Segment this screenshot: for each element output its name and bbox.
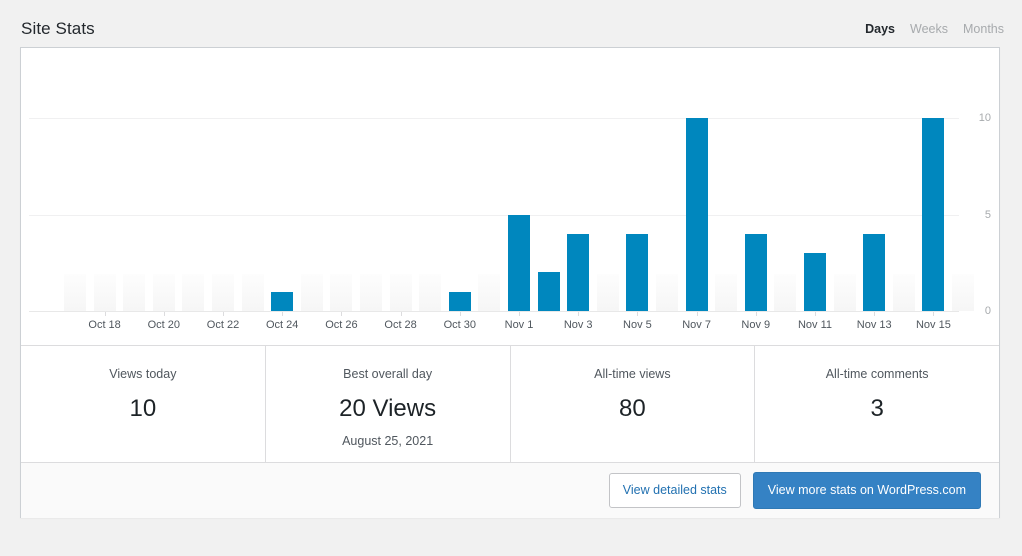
chart-bar-empty[interactable]: [774, 274, 796, 311]
x-axis-tick: [460, 312, 461, 316]
chart-bar-empty[interactable]: [330, 274, 352, 311]
x-axis-label: Oct 20: [148, 319, 180, 331]
x-axis-tick: [578, 312, 579, 316]
y-axis-label: 5: [969, 209, 991, 221]
stat-value: 10: [21, 397, 265, 421]
view-detailed-stats-button[interactable]: View detailed stats: [609, 473, 741, 508]
chart-bar-empty[interactable]: [123, 274, 145, 311]
period-tabs: Days Weeks Months: [865, 22, 1004, 36]
chart-baseline: [29, 311, 959, 312]
x-axis-tick: [933, 312, 934, 316]
period-tab-months[interactable]: Months: [963, 22, 1004, 36]
stat-label: All-time views: [511, 368, 755, 381]
stat-subtext: August 25, 2021: [266, 435, 510, 448]
x-axis-label: Oct 22: [207, 319, 239, 331]
y-axis-label: 0: [969, 305, 991, 317]
x-axis-label: Nov 7: [682, 319, 711, 331]
chart-bar-empty[interactable]: [715, 274, 737, 311]
x-axis-label: Oct 24: [266, 319, 298, 331]
x-axis-tick: [282, 312, 283, 316]
stat-cell: Views today 10: [21, 346, 266, 462]
chart-bar[interactable]: [804, 253, 826, 311]
x-axis-tick: [401, 312, 402, 316]
chart-bar-empty[interactable]: [893, 274, 915, 311]
x-axis-tick: [756, 312, 757, 316]
chart-bar[interactable]: [449, 292, 471, 311]
chart-bar-empty[interactable]: [834, 274, 856, 311]
x-axis-tick: [697, 312, 698, 316]
chart-bar[interactable]: [626, 234, 648, 311]
x-axis-label: Nov 3: [564, 319, 593, 331]
chart-bar-empty[interactable]: [419, 274, 441, 311]
chart-bar-empty[interactable]: [301, 274, 323, 311]
chart-bar[interactable]: [863, 234, 885, 311]
chart-plot-area: Oct 18 Oct 20 Oct 22 Oct 24 Oct 26 Oct 28 Oct …: [29, 48, 959, 345]
chart-bar-empty[interactable]: [656, 274, 678, 311]
x-axis-tick: [637, 312, 638, 316]
x-axis-tick: [223, 312, 224, 316]
stat-cell: All-time views 80: [511, 346, 756, 462]
x-axis-label: Oct 30: [444, 319, 476, 331]
view-more-stats-wordpress-button[interactable]: View more stats on WordPress.com: [753, 472, 981, 509]
stat-label: Best overall day: [266, 368, 510, 381]
chart-bar-empty[interactable]: [153, 274, 175, 311]
views-chart: Oct 18 Oct 20 Oct 22 Oct 24 Oct 26 Oct 28 Oct …: [21, 48, 999, 345]
gridline: [29, 118, 959, 119]
x-axis-tick: [105, 312, 106, 316]
chart-bar-empty[interactable]: [390, 274, 412, 311]
stat-cell: All-time comments 3: [755, 346, 999, 462]
chart-bar[interactable]: [271, 292, 293, 311]
x-axis-tick: [874, 312, 875, 316]
x-axis-tick: [341, 312, 342, 316]
stat-cell: Best overall day 20 Views August 25, 2021: [266, 346, 511, 462]
x-axis-label: Nov 5: [623, 319, 652, 331]
x-axis-tick: [815, 312, 816, 316]
stat-value: 3: [755, 397, 999, 421]
period-tab-days[interactable]: Days: [865, 22, 895, 36]
stat-label: All-time comments: [755, 368, 999, 381]
chart-bar-empty[interactable]: [360, 274, 382, 311]
chart-bar-empty[interactable]: [64, 274, 86, 311]
chart-bar-empty[interactable]: [597, 274, 619, 311]
x-axis-tick: [164, 312, 165, 316]
stat-label: Views today: [21, 368, 265, 381]
chart-bar-empty[interactable]: [94, 274, 116, 311]
chart-bar[interactable]: [686, 118, 708, 311]
chart-bar[interactable]: [538, 272, 560, 311]
chart-bar-empty[interactable]: [182, 274, 204, 311]
chart-bar[interactable]: [567, 234, 589, 311]
x-axis-tick: [519, 312, 520, 316]
stat-value: 80: [511, 397, 755, 421]
site-stats-card: Oct 18 Oct 20 Oct 22 Oct 24 Oct 26 Oct 28 Oct …: [20, 47, 1000, 518]
card-footer: View detailed stats View more stats on W…: [21, 462, 999, 518]
period-tab-weeks[interactable]: Weeks: [910, 22, 948, 36]
summary-stats-row: Views today 10 Best overall day 20 Views Aug…: [21, 345, 999, 462]
x-axis-label: Nov 15: [916, 319, 951, 331]
stats-header: Site Stats Days Weeks Months: [0, 0, 1022, 47]
x-axis-label: Oct 18: [88, 319, 120, 331]
chart-bar[interactable]: [508, 215, 530, 312]
x-axis-label: Oct 28: [384, 319, 416, 331]
gridline: [29, 215, 959, 216]
x-axis-label: Nov 13: [857, 319, 892, 331]
x-axis-label: Nov 11: [798, 319, 832, 331]
chart-bar-empty[interactable]: [212, 274, 234, 311]
chart-bar[interactable]: [922, 118, 944, 311]
chart-bar[interactable]: [745, 234, 767, 311]
x-axis-label: Oct 26: [325, 319, 357, 331]
x-axis-label: Nov 1: [505, 319, 534, 331]
y-axis-label: 10: [969, 112, 991, 124]
chart-bar-empty[interactable]: [478, 274, 500, 311]
page-title: Site Stats: [21, 19, 95, 39]
chart-bar-empty[interactable]: [242, 274, 264, 311]
stat-value: 20 Views: [266, 397, 510, 421]
x-axis-label: Nov 9: [741, 319, 770, 331]
